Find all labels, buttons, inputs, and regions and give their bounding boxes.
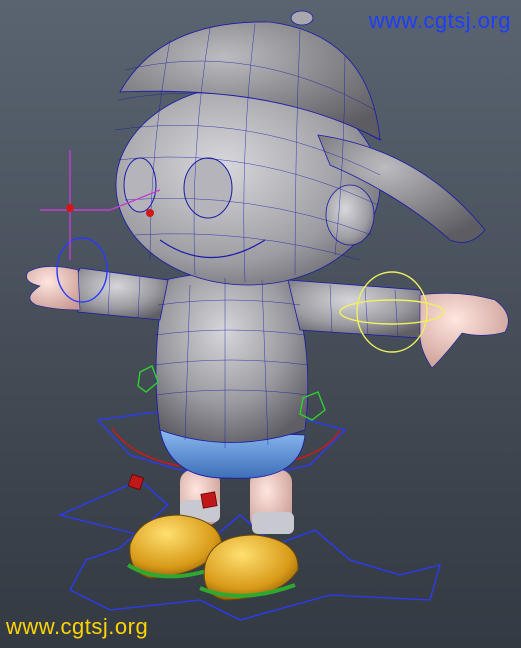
shirt-torso [155, 271, 309, 443]
watermark-top: www.cgtsj.org [368, 8, 511, 33]
3d-viewport[interactable]: www.cgtsj.org www.cgtsj.org [0, 0, 521, 648]
left-sleeve [74, 267, 169, 321]
character-model-render[interactable] [0, 0, 521, 648]
watermark-bottom: www.cgtsj.org [6, 614, 149, 639]
ear [325, 184, 375, 246]
cap-button [290, 10, 314, 26]
